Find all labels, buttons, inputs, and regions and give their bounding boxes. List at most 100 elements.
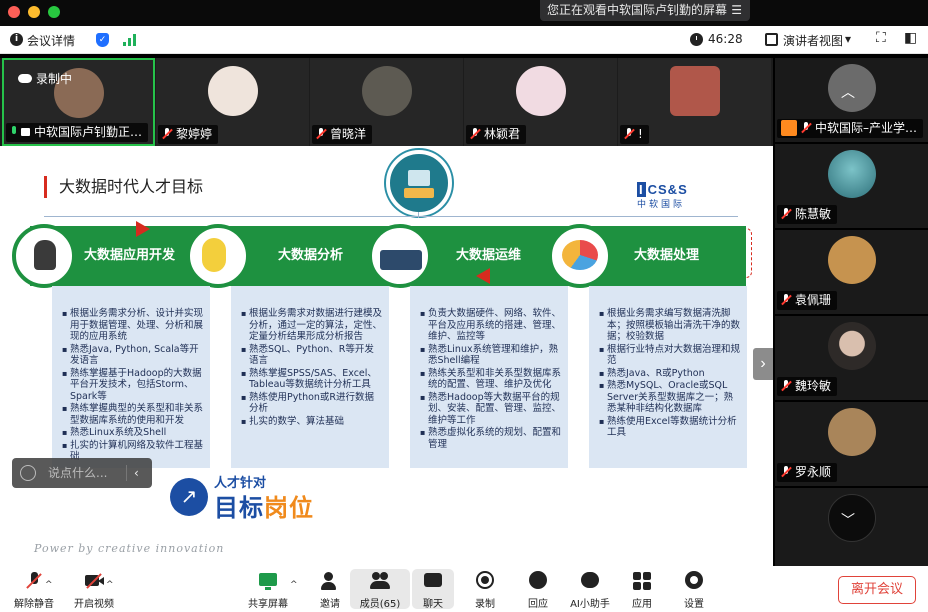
chat-placeholder[interactable]: 说点什么... xyxy=(48,458,107,488)
mic-off-icon xyxy=(23,570,45,592)
record-icon xyxy=(474,570,496,592)
leave-meeting-button[interactable]: 离开会议 xyxy=(838,576,916,604)
role-card: 根据业务需求编写数据清洗脚本；按照模板输出清洗干净的数据；校验数据 根据行业特点… xyxy=(589,286,747,468)
watching-banner[interactable]: 您正在观看中软国际卢钊勤的屏幕 ☰ xyxy=(540,0,750,21)
avatar xyxy=(827,236,876,284)
presenter-view-icon[interactable] xyxy=(765,33,778,46)
chevron-up-icon[interactable]: ^ xyxy=(106,580,114,590)
menu-icon[interactable]: ☰ xyxy=(731,0,742,21)
chat-button[interactable]: 聊天 xyxy=(412,569,454,610)
next-page-button[interactable]: › xyxy=(753,348,773,380)
participant-tile[interactable]: ﹀ xyxy=(775,488,928,568)
shared-screen: 大数据时代人才目标 I CS&S 中软国际 大数据应用开发 大数据分析 大数据运… xyxy=(0,146,773,566)
participant-name: ! xyxy=(620,125,649,144)
requirement-item: 熟悉Java、R或Python xyxy=(599,368,741,380)
target-title-a: 目标 xyxy=(214,494,264,522)
security-shield-icon[interactable]: ✓ xyxy=(96,33,109,47)
participant-name: 陈慧敏 xyxy=(777,205,838,224)
requirement-item: 扎实的数学、算法基础 xyxy=(241,416,383,428)
requirement-item: 根据业务需求编写数据清洗脚本；按照模板输出清洗干净的数据；校验数据 xyxy=(599,308,741,343)
role-card: 负责大数据硬件、网络、软件、平台及应用系统的搭建、管理、维护、监控等 熟悉Lin… xyxy=(410,286,568,468)
record-label: 录制 xyxy=(475,599,495,610)
participant-tile[interactable]: ︿ 中软国际–产业学… xyxy=(775,58,928,142)
settings-button[interactable]: 设置 xyxy=(662,570,726,610)
chevron-up-icon[interactable]: ^ xyxy=(290,580,298,590)
clock-icon xyxy=(690,33,703,46)
participant-name-label: 中软国际–产业学… xyxy=(815,121,918,135)
mic-off-icon xyxy=(801,122,811,134)
requirement-item: 熟悉Hadoop等大数据平台的规划、安装、配置、管理、监控、维护等工作 xyxy=(420,392,562,427)
participant-tile[interactable]: ! xyxy=(618,58,771,146)
mic-off-icon xyxy=(781,380,791,392)
emoji-icon[interactable] xyxy=(20,465,36,481)
participant-tile[interactable]: 袁佩珊 xyxy=(775,230,928,314)
unmute-label: 解除静音 xyxy=(14,599,54,610)
add-user-icon xyxy=(319,570,341,592)
members-button[interactable]: 成员(65) xyxy=(350,569,410,610)
share-screen-icon xyxy=(257,570,279,592)
view-mode-button[interactable]: 演讲者视图 xyxy=(783,32,843,49)
members-label: 成员(65) xyxy=(359,599,401,610)
requirement-item: 熟练掌握SPSS/SAS、Excel、Tableau等数据统计分析工具 xyxy=(241,368,383,391)
ai-assistant-label: AI小助手 xyxy=(570,599,610,610)
chat-input[interactable]: 说点什么... ‹ xyxy=(12,458,152,488)
participant-tile[interactable]: 林颖君 xyxy=(464,58,617,146)
connector-line xyxy=(418,212,419,218)
divider xyxy=(126,465,127,481)
participant-tile[interactable]: 陈慧敏 xyxy=(775,144,928,228)
members-icon xyxy=(369,570,391,592)
trend-up-icon: ↗ xyxy=(170,478,208,516)
unmute-button[interactable]: 解除静音 xyxy=(2,570,66,610)
layout-toggle-icon[interactable]: ◧ xyxy=(904,30,917,46)
recording-indicator: 录制中 xyxy=(18,70,72,87)
meeting-window: 您正在观看中软国际卢钊勤的屏幕 ☰ i 会议详情 ✓ 46:28 演讲者视图 ▾… xyxy=(0,0,928,612)
avatar xyxy=(827,322,876,370)
minimize-window-button[interactable] xyxy=(28,6,40,18)
cloud-record-icon xyxy=(18,74,32,83)
gear-icon xyxy=(683,570,705,592)
zoom-window-button[interactable] xyxy=(48,6,60,18)
slide-title: 大数据时代人才目标 xyxy=(44,176,203,198)
title-bar: 您正在观看中软国际卢钊勤的屏幕 ☰ xyxy=(0,0,928,26)
share-screen-button[interactable]: 共享屏幕 xyxy=(236,570,300,610)
requirement-item: 熟悉虚拟化系统的规划、配置和管理 xyxy=(420,427,562,450)
participant-tile[interactable]: 曾晓洋 xyxy=(310,58,463,146)
collapse-chat-icon[interactable]: ‹ xyxy=(134,458,139,488)
hub-illustration xyxy=(386,150,452,216)
info-icon[interactable]: i xyxy=(10,33,23,46)
participant-name: 黎婷婷 xyxy=(158,125,219,144)
requirement-item: 熟悉Linux系统管理和维护，熟悉Shell编程 xyxy=(420,344,562,367)
chevron-up-icon[interactable]: ︿ xyxy=(841,82,855,102)
slide-footer: Power by creative innovation xyxy=(34,542,225,555)
apps-label: 应用 xyxy=(632,599,652,610)
participant-name-label: 陈慧敏 xyxy=(795,207,832,221)
participant-tile[interactable]: 录制中 中软国际卢钊勤正… xyxy=(2,58,155,146)
chevron-down-icon[interactable]: ▾ xyxy=(845,32,851,46)
role-illustration xyxy=(368,224,432,288)
participant-name-label: 黎婷婷 xyxy=(176,127,213,141)
participant-gallery[interactable]: ︿ 中软国际–产业学… 陈慧敏 袁佩珊 魏玲敏 罗永顺 ﹀ xyxy=(773,58,928,568)
chat-icon xyxy=(422,570,444,592)
logo-text: CS&S xyxy=(647,182,688,197)
fullscreen-icon[interactable]: ⛶ xyxy=(876,30,886,46)
close-window-button[interactable] xyxy=(8,6,20,18)
participant-name: 曾晓洋 xyxy=(312,125,373,144)
participant-name: 袁佩珊 xyxy=(777,291,838,310)
requirement-item: 熟悉Java, Python, Scala等开发语言 xyxy=(62,344,204,367)
requirement-item: 熟练使用Excel等数据统计分析工具 xyxy=(599,416,741,439)
mic-off-icon xyxy=(470,128,480,140)
start-video-label: 开启视频 xyxy=(74,599,114,610)
requirement-item: 熟练关系型和非关系型数据库系统的配置、管理、维护及优化 xyxy=(420,368,562,391)
participant-tile[interactable]: 魏玲敏 xyxy=(775,316,928,400)
participant-tile[interactable]: 罗永顺 xyxy=(775,402,928,486)
meeting-details-link[interactable]: 会议详情 xyxy=(27,32,75,49)
participant-tile[interactable]: 黎婷婷 xyxy=(156,58,309,146)
role-heading: 大数据应用开发 xyxy=(84,248,176,263)
start-video-button[interactable]: 开启视频 xyxy=(62,570,126,610)
signal-strength-icon[interactable] xyxy=(123,34,137,46)
mic-off-icon xyxy=(624,128,634,140)
share-screen-label: 共享屏幕 xyxy=(248,599,288,610)
mic-on-icon xyxy=(10,126,18,138)
chevron-up-icon[interactable]: ^ xyxy=(45,580,53,590)
chevron-down-icon[interactable]: ﹀ xyxy=(841,510,855,530)
